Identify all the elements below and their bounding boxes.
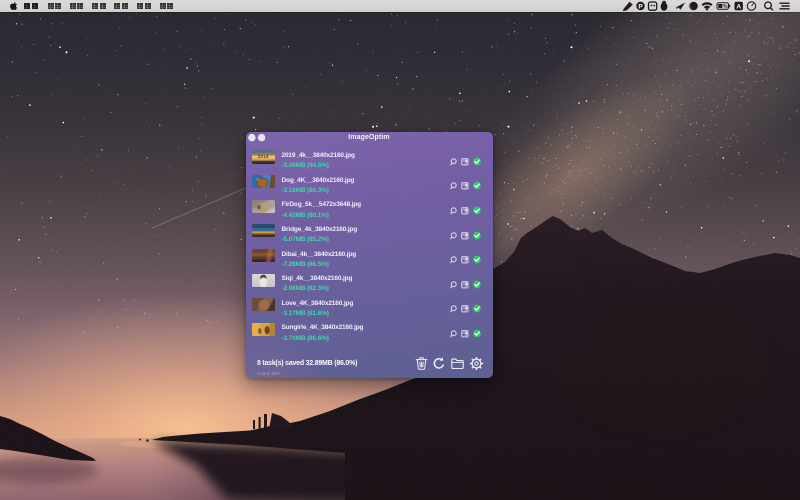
svg-text:A: A	[736, 4, 741, 11]
svg-text:%: %	[723, 4, 728, 10]
svg-text:P: P	[638, 3, 643, 10]
